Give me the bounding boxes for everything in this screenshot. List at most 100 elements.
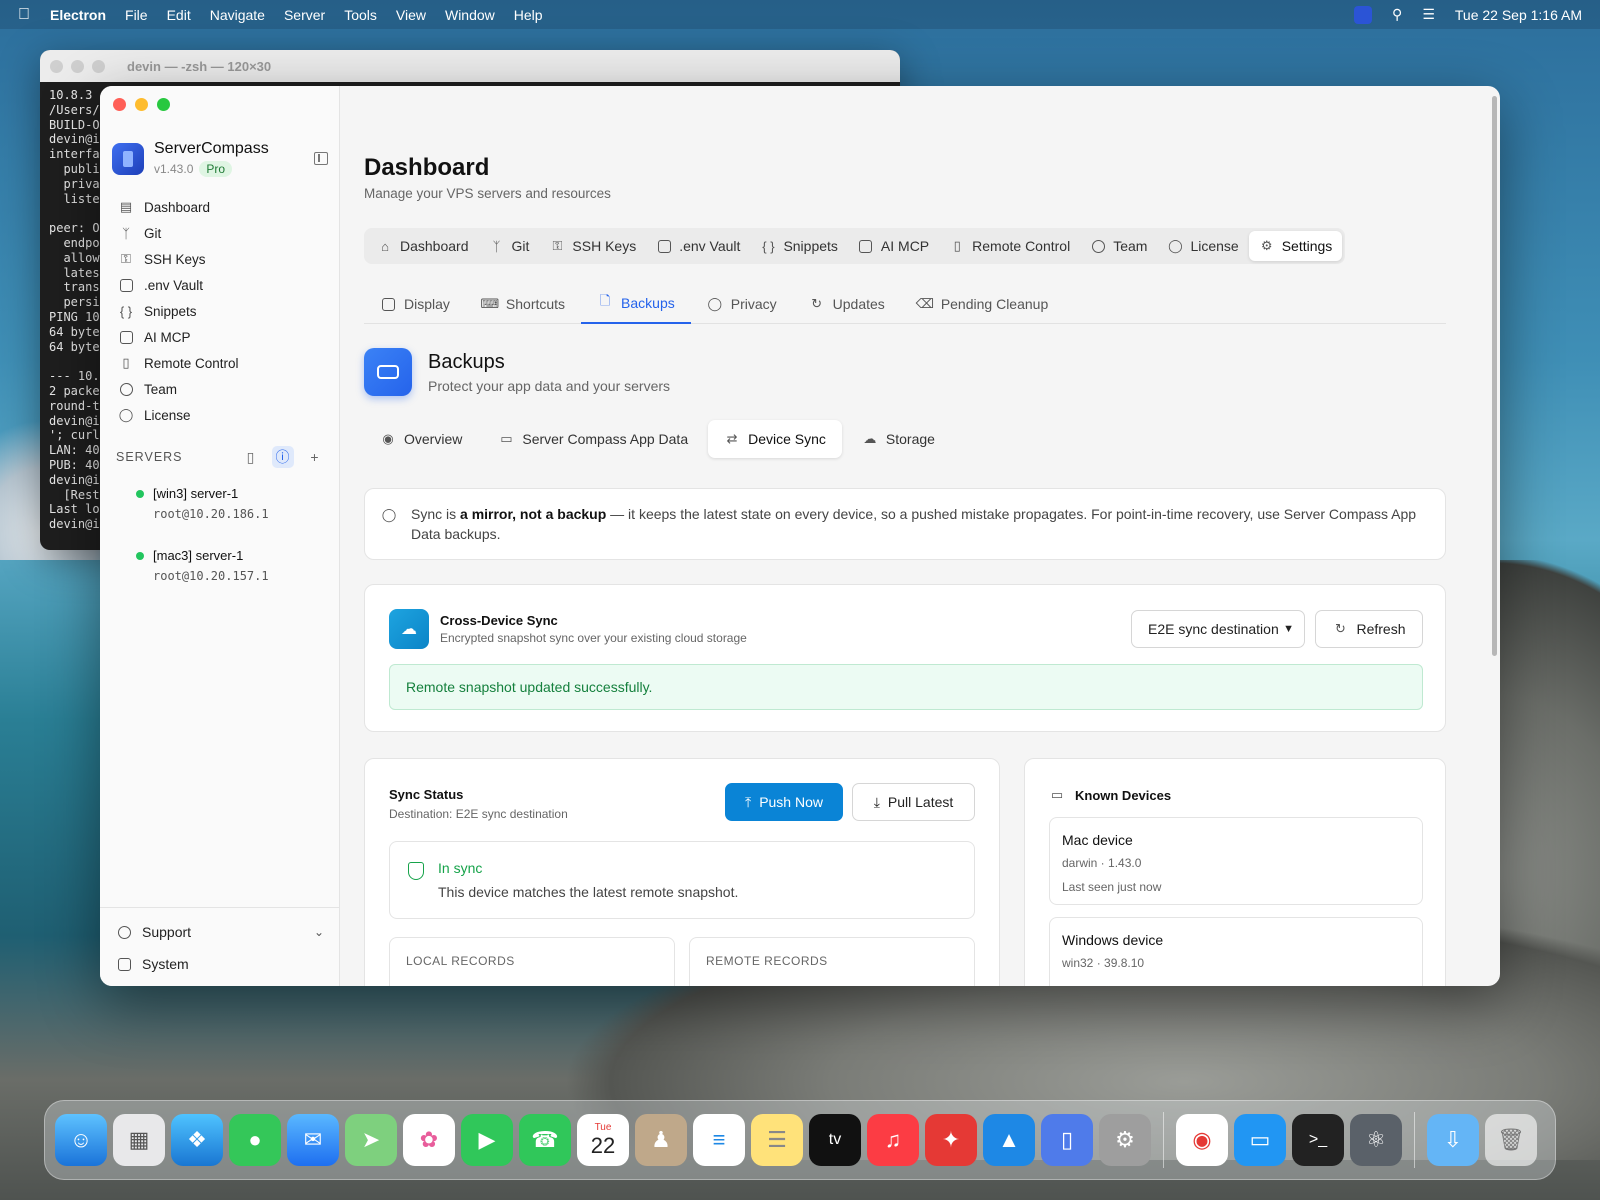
finder-icon[interactable]: ☺ (55, 1114, 107, 1166)
launchpad-icon[interactable]: ▦ (113, 1114, 165, 1166)
terminal-icon[interactable]: >_ (1292, 1114, 1344, 1166)
pull-latest-button[interactable]: ⤓ Pull Latest (852, 783, 975, 821)
downloads-icon[interactable]: ⇩ (1427, 1114, 1479, 1166)
sidebar-item-ai-mcp[interactable]: AI MCP (108, 324, 332, 350)
tab-ai-mcp[interactable]: AI MCP (848, 231, 939, 261)
photos-icon[interactable]: ✿ (403, 1114, 455, 1166)
subtab-privacy[interactable]: ◯ Privacy (691, 284, 793, 324)
tab-ssh-keys[interactable]: ⚿ SSH Keys (539, 231, 646, 261)
chrome-icon[interactable]: ◉ (1176, 1114, 1228, 1166)
tab-dashboard[interactable]: ⌂ Dashboard (367, 231, 479, 261)
page-title: Dashboard (364, 154, 490, 181)
tv-icon[interactable]: tv (809, 1114, 861, 1166)
system-label: System (142, 956, 189, 972)
calendar-icon[interactable]: Tue 22 (577, 1114, 629, 1166)
support-menu[interactable]: Support ⌄ (116, 916, 324, 948)
close-button[interactable] (113, 98, 126, 111)
subtab-pending-cleanup[interactable]: ⌫ Pending Cleanup (901, 284, 1064, 324)
music-icon[interactable]: ♫ (867, 1114, 919, 1166)
device-item-windows: Windows device win32 · 39.8.10 (1049, 917, 1423, 986)
info-icon[interactable]: ⓘ (272, 446, 294, 468)
facetime-icon[interactable]: ▶ (461, 1114, 513, 1166)
collapse-sidebar-icon[interactable] (314, 152, 328, 165)
tab-snippets[interactable]: { } Snippets (750, 231, 847, 261)
apple-icon[interactable]:  (18, 6, 30, 24)
menubar-clock[interactable]: Tue 22 Sep 1:16 AM (1455, 7, 1582, 23)
push-now-button[interactable]: ⤒ Push Now (725, 783, 843, 821)
subtab-display[interactable]: Display (364, 284, 466, 324)
sync-destination-select[interactable]: E2E sync destination ▼ (1131, 610, 1305, 648)
sidebar-item-snippets[interactable]: { } Snippets (108, 298, 332, 324)
git-branch-icon: ᛉ (122, 225, 130, 241)
sidebar-item-dashboard[interactable]: ▤ Dashboard (108, 194, 332, 220)
menu-app-name[interactable]: Electron (50, 7, 106, 23)
menu-window[interactable]: Window (445, 7, 495, 23)
seg-device-sync[interactable]: ⇄ Device Sync (708, 420, 842, 458)
reminders-icon[interactable]: ≡ (693, 1114, 745, 1166)
servercompass-tray-icon[interactable] (1354, 5, 1373, 24)
lifebuoy-icon (116, 924, 132, 940)
notes-icon[interactable]: ☰ (751, 1114, 803, 1166)
contacts-icon[interactable]: ♟ (635, 1114, 687, 1166)
messages-icon[interactable]: ● (229, 1114, 281, 1166)
shield-alert-icon: ◯ (381, 507, 397, 523)
rocket-icon[interactable]: ✦ (925, 1114, 977, 1166)
files-icon[interactable]: ▭ (1234, 1114, 1286, 1166)
menu-file[interactable]: File (125, 7, 148, 23)
system-menu[interactable]: System (116, 948, 324, 980)
menu-help[interactable]: Help (514, 7, 543, 23)
safari-icon[interactable]: ❖ (171, 1114, 223, 1166)
tab-settings[interactable]: ⚙ Settings (1248, 231, 1343, 261)
device-icon[interactable]: ▯ (240, 446, 262, 468)
menu-edit[interactable]: Edit (167, 7, 191, 23)
sidebar-item-git[interactable]: ᛉ Git (108, 220, 332, 246)
tab-env-vault[interactable]: .env Vault (646, 231, 750, 261)
zoom-button[interactable] (157, 98, 170, 111)
seg-app-data[interactable]: ▭ Server Compass App Data (482, 420, 704, 458)
terminal-close-button[interactable] (50, 59, 63, 73)
chevron-down-icon: ▼ (1283, 623, 1294, 635)
subtab-backups[interactable]: 🗋 Backups (581, 284, 691, 324)
sidebar-item-env-vault[interactable]: .env Vault (108, 272, 332, 298)
terminal-minimize-button[interactable] (71, 59, 84, 73)
cloud-icon: ☁ (863, 431, 877, 446)
tab-remote-control[interactable]: ▯ Remote Control (939, 231, 1080, 261)
sidebar-item-label: License (144, 407, 191, 423)
tab-license[interactable]: ◯ License (1157, 231, 1248, 261)
electron-icon[interactable]: ⚛ (1350, 1114, 1402, 1166)
spotlight-search-icon[interactable]: ⚲ (1392, 6, 1402, 23)
tab-git[interactable]: ᛉ Git (479, 231, 540, 261)
app-store-icon[interactable]: ▲ (983, 1114, 1035, 1166)
terminal-titlebar[interactable]: devin — -zsh — 120×30 (40, 50, 900, 82)
settings-icon[interactable]: ⚙ (1099, 1114, 1151, 1166)
subtab-updates[interactable]: ↻ Updates (793, 284, 901, 324)
refresh-button[interactable]: ↻ Refresh (1315, 610, 1423, 648)
tab-team[interactable]: Team (1080, 231, 1157, 261)
phone-icon[interactable]: ☎ (519, 1114, 571, 1166)
server-item-win3[interactable]: [win3] server-1 root@10.20.186.1 (136, 486, 326, 521)
phone-icon: ▯ (953, 238, 961, 253)
sidebar-item-team[interactable]: Team (108, 376, 332, 402)
seg-overview[interactable]: ◉ Overview (364, 420, 478, 458)
page-subtitle: Manage your VPS servers and resources (364, 186, 611, 201)
menu-view[interactable]: View (396, 7, 426, 23)
menu-tools[interactable]: Tools (344, 7, 377, 23)
trash-icon[interactable]: 🗑 (1485, 1114, 1537, 1166)
sidebar-item-license[interactable]: ◯ License (108, 402, 332, 428)
add-server-icon[interactable]: + (304, 446, 326, 468)
mail-icon[interactable]: ✉ (287, 1114, 339, 1166)
control-center-icon[interactable]: ☰ (1422, 6, 1435, 23)
maps-icon[interactable]: ➤ (345, 1114, 397, 1166)
sidebar-item-ssh-keys[interactable]: ⚿ SSH Keys (108, 246, 332, 272)
subtab-shortcuts[interactable]: ⌨ Shortcuts (466, 284, 581, 324)
sidebar-item-remote-control[interactable]: ▯ Remote Control (108, 350, 332, 376)
terminal-zoom-button[interactable] (92, 59, 105, 73)
servercompass-icon[interactable]: ▯ (1041, 1114, 1093, 1166)
main-scrollbar[interactable] (1492, 96, 1497, 656)
brand: ServerCompass v1.43.0 Pro (112, 140, 328, 177)
seg-storage[interactable]: ☁ Storage (846, 420, 951, 458)
menu-server[interactable]: Server (284, 7, 325, 23)
menu-navigate[interactable]: Navigate (210, 7, 265, 23)
minimize-button[interactable] (135, 98, 148, 111)
server-item-mac3[interactable]: [mac3] server-1 root@10.20.157.1 (136, 548, 326, 583)
